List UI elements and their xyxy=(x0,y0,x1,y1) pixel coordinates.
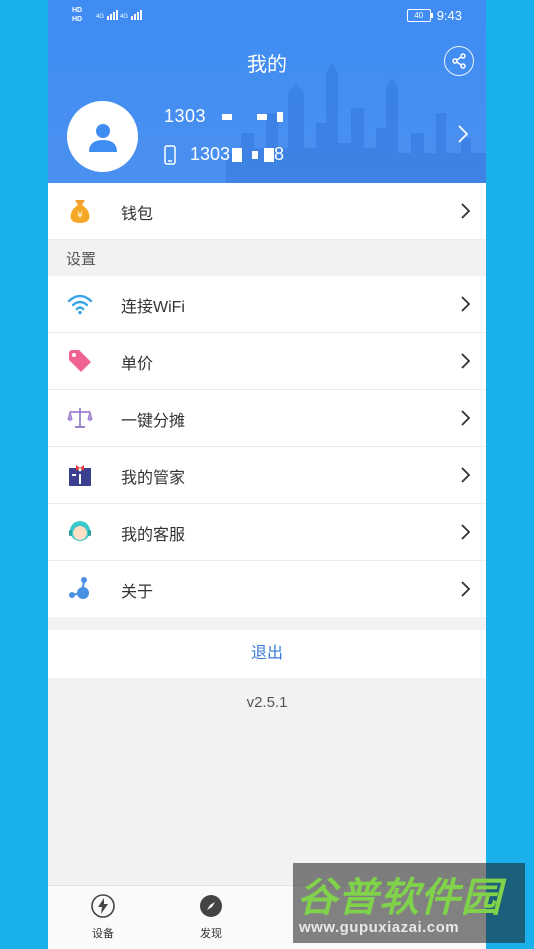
chevron-right-icon xyxy=(461,467,470,483)
phone-suffix-text: 8 xyxy=(274,144,285,164)
settings-item-price[interactable]: 单价 xyxy=(48,333,486,390)
watermark-url: www.gupuxiazai.com xyxy=(299,919,460,936)
settings-item-label: 连接WiFi xyxy=(121,299,185,316)
user-name-text: 1303 xyxy=(164,106,207,126)
watermark: 谷普软件园 www.gupuxiazai.com xyxy=(293,863,525,943)
settings-item-wifi[interactable]: 连接WiFi xyxy=(48,276,486,333)
logout-button[interactable]: 退出 xyxy=(48,630,486,678)
mobile-phone-icon xyxy=(164,144,176,165)
wallet-label: 钱包 xyxy=(121,206,154,223)
tab-label: 设备 xyxy=(92,928,114,940)
hd-indicator: HD HD xyxy=(72,6,82,24)
clock: 9:43 xyxy=(436,8,462,23)
profile-header: HD HD 4G 4G 40 9:43 我的 1303 1303 8 xyxy=(48,0,486,183)
money-bag-icon: ¥ xyxy=(66,197,94,225)
status-bar: HD HD 4G 4G 40 9:43 xyxy=(48,0,486,32)
chevron-right-icon[interactable] xyxy=(458,125,468,143)
phone-number-text: 1303 xyxy=(190,144,231,164)
version-label: v2.5.1 xyxy=(246,694,288,711)
wifi-icon xyxy=(66,290,94,318)
chevron-right-icon xyxy=(461,353,470,369)
settings-item-split[interactable]: 一键分摊 xyxy=(48,390,486,447)
settings-item-label: 我的客服 xyxy=(121,527,186,544)
watermark-title: 谷普软件园 xyxy=(297,876,502,920)
signal-icon-2: 4G xyxy=(120,8,143,20)
phone-number-row: 1303 8 xyxy=(164,144,284,165)
butler-icon xyxy=(66,461,94,489)
avatar[interactable] xyxy=(67,101,138,172)
page-title: 我的 xyxy=(247,54,287,76)
customer-service-icon xyxy=(66,518,94,546)
compass-icon xyxy=(200,895,222,917)
settings-item-about[interactable]: 关于 xyxy=(48,561,486,617)
settings-section-label: 设置 xyxy=(66,251,97,268)
settings-item-label: 单价 xyxy=(121,356,154,373)
redaction-block xyxy=(264,148,275,163)
tab-devices[interactable]: 设备 xyxy=(63,894,143,941)
battery-icon: 40 xyxy=(406,9,433,22)
hd-label-2: HD xyxy=(72,16,83,23)
settings-item-label: 一键分摊 xyxy=(121,413,186,430)
settings-item-butler[interactable]: 我的管家 xyxy=(48,447,486,504)
user-name: 1303 xyxy=(164,106,283,127)
chevron-right-icon xyxy=(461,410,470,426)
share-icon xyxy=(452,53,466,69)
hd-label-1: HD xyxy=(72,7,83,14)
redaction-block xyxy=(257,114,268,121)
redaction-block xyxy=(232,148,243,163)
user-icon xyxy=(88,123,117,152)
share-button[interactable] xyxy=(444,46,474,76)
chevron-right-icon xyxy=(461,524,470,540)
phone-screen: HD HD 4G 4G 40 9:43 我的 1303 1303 8 ¥ 钱包 … xyxy=(48,0,486,949)
wallet-row[interactable]: ¥ 钱包 xyxy=(48,183,486,240)
tab-discover[interactable]: 发现 xyxy=(171,894,251,941)
redaction-block xyxy=(252,151,259,160)
settings-item-label: 我的管家 xyxy=(121,470,186,487)
network-type-2: 4G xyxy=(120,14,129,20)
chevron-right-icon xyxy=(461,203,470,219)
redaction-block xyxy=(276,112,283,123)
lightning-icon xyxy=(91,894,115,918)
settings-item-label: 关于 xyxy=(121,584,154,601)
svg-text:¥: ¥ xyxy=(77,211,83,221)
about-icon xyxy=(66,575,94,603)
signal-icon: 4G xyxy=(96,8,119,20)
settings-item-customer-service[interactable]: 我的客服 xyxy=(48,504,486,561)
scale-icon xyxy=(66,404,94,432)
chevron-right-icon xyxy=(461,296,470,312)
chevron-right-icon xyxy=(461,581,470,597)
network-type-1: 4G xyxy=(96,14,105,20)
tab-label: 发现 xyxy=(200,928,222,940)
redaction-block xyxy=(221,114,232,121)
price-tag-icon xyxy=(66,347,94,375)
settings-list: 连接WiFi 单价 一键分摊 我的管家 我的客服 关于 xyxy=(48,276,486,617)
